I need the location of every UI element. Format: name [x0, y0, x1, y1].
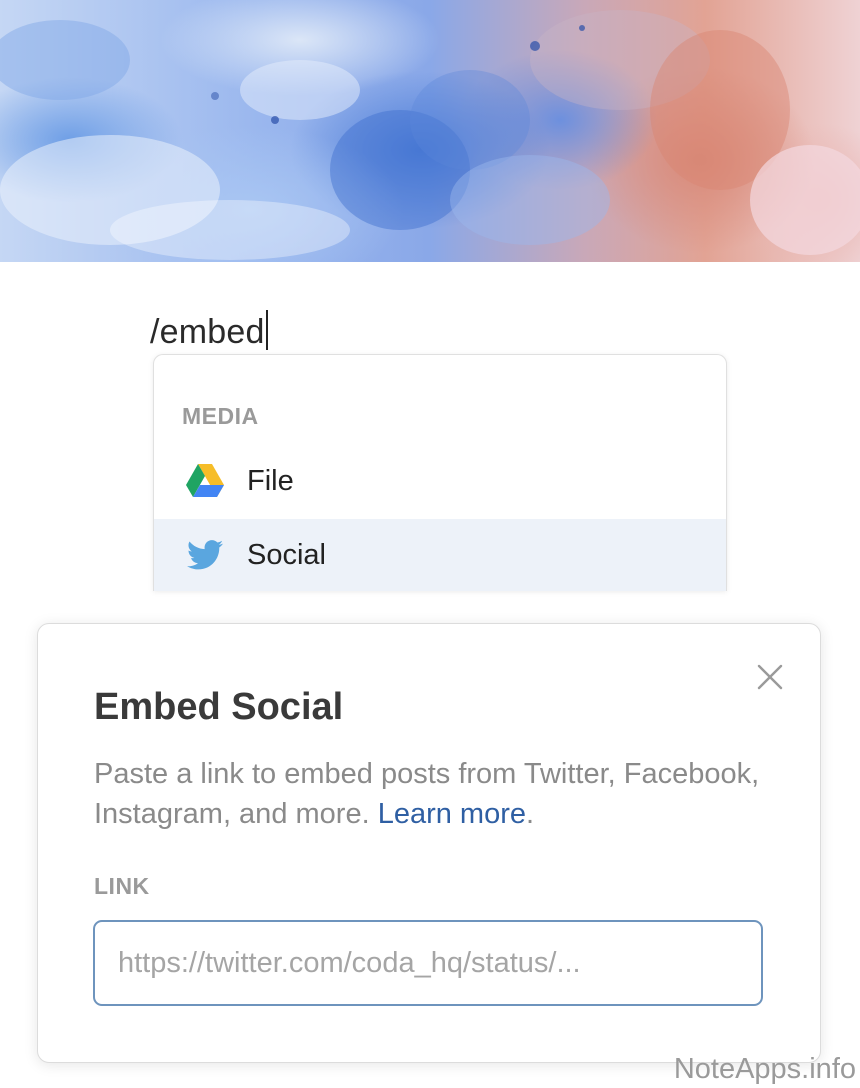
typed-command: /embed	[150, 313, 265, 351]
menu-item-label: Social	[247, 538, 326, 571]
google-drive-icon	[185, 461, 225, 501]
page: /embed MEDIA File Social Embed Social Pa…	[0, 0, 860, 1088]
editor-text-line[interactable]: /embed	[150, 310, 268, 352]
cover-smoke-art	[0, 10, 860, 260]
menu-item-social[interactable]: Social	[154, 519, 726, 591]
dialog-title: Embed Social	[94, 686, 344, 728]
twitter-bird-icon	[185, 535, 225, 575]
dialog-description: Paste a link to embed posts from Twitter…	[94, 754, 774, 834]
cover-image	[0, 0, 860, 262]
menu-item-file[interactable]: File	[154, 445, 726, 517]
link-field-label: LINK	[94, 873, 150, 899]
description-period: .	[526, 798, 535, 830]
embed-social-dialog: Embed Social Paste a link to embed posts…	[37, 623, 821, 1063]
menu-item-label: File	[247, 464, 294, 497]
close-icon[interactable]	[754, 661, 786, 693]
slash-command-menu: MEDIA File Social	[153, 354, 727, 591]
link-input[interactable]	[93, 920, 763, 1006]
menu-section-title: MEDIA	[182, 403, 259, 429]
watermark-text: NoteApps.info	[673, 1053, 856, 1085]
text-caret	[265, 310, 268, 350]
learn-more-link[interactable]: Learn more	[378, 798, 526, 830]
